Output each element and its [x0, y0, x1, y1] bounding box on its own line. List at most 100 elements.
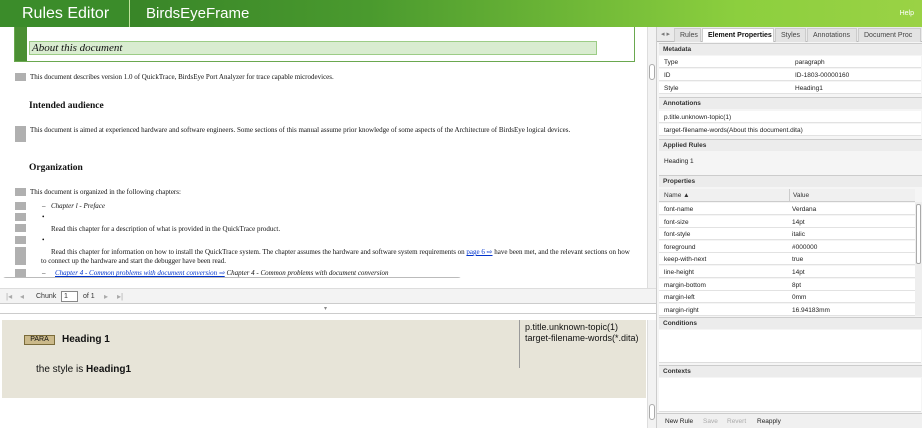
conditions-section-title: Conditions	[659, 317, 922, 329]
column-value-header[interactable]: Value	[789, 189, 809, 201]
tab-styles[interactable]: Styles	[775, 28, 806, 42]
metadata-value: ID-1803-00000160	[795, 72, 850, 79]
property-value: 16.94183mm	[792, 306, 830, 314]
property-row[interactable]: keep-with-next true	[659, 253, 915, 266]
properties-scrollbar[interactable]	[915, 202, 922, 316]
chunk-label: Chunk	[36, 293, 57, 300]
list-marker[interactable]	[15, 247, 26, 265]
property-row[interactable]: margin-left 0mm	[659, 291, 915, 304]
preview-style-line: the style is Heading1	[36, 364, 131, 375]
pane-splitter[interactable]: ▾	[0, 304, 656, 314]
list-bullet: •	[42, 213, 45, 221]
scroll-thumb[interactable]	[916, 204, 921, 264]
chapter-4-link[interactable]: Chapter 4 - Common problems with documen…	[55, 269, 225, 277]
conditions-list[interactable]	[659, 330, 921, 363]
list-item-chapter-1: Chapter l - Preface	[51, 202, 105, 210]
rule-actions-bar: New Rule Save Revert Reapply	[657, 413, 922, 428]
preview-vertical-scrollbar[interactable]	[647, 320, 656, 428]
property-row[interactable]: font-size 14pt	[659, 215, 915, 228]
reapply-button[interactable]: Reapply	[757, 418, 781, 425]
properties-table-header: Name ▲ Value	[659, 189, 915, 202]
applied-rule-name: Heading 1	[664, 158, 694, 165]
list-marker[interactable]	[15, 202, 26, 210]
paragraph-audience: This document is aimed at experienced ha…	[30, 126, 571, 134]
property-row[interactable]: foreground #000000	[659, 240, 915, 253]
property-row[interactable]: line-height 14pt	[659, 266, 915, 278]
list-marker[interactable]	[15, 224, 26, 232]
contexts-section-title: Contexts	[659, 365, 922, 377]
collapse-arrow-icon[interactable]: ▾	[324, 305, 327, 312]
document-view[interactable]: About this document This document descri…	[0, 27, 646, 278]
list-marker[interactable]	[15, 269, 26, 277]
tab-document-processing[interactable]: Document Proc	[858, 28, 921, 42]
property-row[interactable]: margin-right 16.94183mm	[659, 303, 915, 316]
metadata-key: ID	[664, 72, 671, 79]
metadata-row: Style Heading1	[659, 82, 921, 94]
list-bullet: –	[42, 269, 46, 277]
document-vertical-scrollbar[interactable]	[647, 27, 656, 292]
property-row[interactable]: margin-bottom 8pt	[659, 278, 915, 291]
metadata-key: Type	[664, 59, 679, 66]
property-name: keep-with-next	[664, 256, 707, 264]
annotations-section-title: Annotations	[659, 97, 922, 109]
list-marker[interactable]	[15, 213, 26, 221]
contexts-list[interactable]	[659, 378, 921, 412]
tab-rules[interactable]: Rules	[674, 28, 701, 42]
paragraph-intro: This document describes version 1.0 of Q…	[30, 73, 334, 81]
property-value: 8pt	[792, 281, 802, 289]
annotation-row[interactable]: p.title.unknown-topic(1)	[659, 111, 921, 123]
list-marker[interactable]	[15, 236, 26, 244]
revert-button[interactable]: Revert	[727, 418, 746, 425]
metadata-value: paragraph	[795, 59, 825, 66]
selection-marker	[15, 27, 27, 61]
property-row[interactable]: font-style italic	[659, 228, 915, 241]
preview-heading: Heading 1	[62, 334, 110, 345]
property-name: font-name	[664, 206, 694, 213]
rules-editor-app: Rules Editor BirdsEyeFrame Help About th…	[0, 0, 922, 428]
first-chunk-icon[interactable]: |◂	[6, 292, 12, 301]
chunk-number-input[interactable]: 1	[61, 291, 78, 302]
preview-annotation-1: p.title.unknown-topic(1)	[525, 322, 619, 332]
paragraph-marker[interactable]	[15, 188, 26, 196]
scroll-thumb[interactable]	[649, 404, 655, 420]
annotation-row[interactable]: target-filename-words(About this documen…	[659, 124, 921, 136]
heading-organization: Organization	[29, 163, 83, 173]
horizontal-scrollbar[interactable]	[2, 277, 462, 278]
scroll-thumb[interactable]	[649, 64, 655, 80]
property-value: #000000	[792, 243, 818, 251]
property-value: 14pt	[792, 269, 805, 276]
paragraph-marker[interactable]	[15, 126, 26, 142]
selected-title-block[interactable]: About this document	[14, 27, 635, 62]
metadata-key: Style	[664, 85, 679, 92]
property-value: Verdana	[792, 206, 817, 213]
tab-scroll-arrows-icon[interactable]: ◂ ▸	[661, 30, 670, 38]
property-name: margin-right	[664, 306, 699, 314]
properties-panel: ◂ ▸ Rules Element Properties Styles Anno…	[656, 27, 922, 428]
chapter-4-text: Chapter 4 - Common problems with documen…	[226, 269, 389, 277]
paragraph-marker[interactable]	[15, 73, 26, 81]
tab-element-properties[interactable]: Element Properties	[702, 28, 774, 42]
applied-rule-row[interactable]: Heading 1	[659, 155, 921, 171]
property-value: 14pt	[792, 218, 805, 226]
tab-annotations[interactable]: Annotations	[807, 28, 857, 42]
column-name-header[interactable]: Name ▲	[664, 192, 690, 199]
document-title[interactable]: About this document	[29, 41, 597, 55]
property-row[interactable]: font-name Verdana	[659, 203, 915, 215]
next-chunk-icon[interactable]: ▸	[104, 292, 108, 301]
new-rule-button[interactable]: New Rule	[665, 418, 693, 425]
previous-chunk-icon[interactable]: ◂	[20, 292, 24, 301]
page-6-link[interactable]: page 6 ⇨	[466, 248, 492, 256]
metadata-section-title: Metadata	[659, 43, 922, 55]
help-link[interactable]: Help	[900, 10, 914, 17]
preview-style-prefix: the style is	[36, 364, 87, 375]
install-text: Read this chapter for information on how…	[51, 248, 465, 256]
last-chunk-icon[interactable]: ▸|	[117, 292, 123, 301]
list-item-install: Read this chapter for information on how…	[41, 248, 631, 266]
heading-intended-audience: Intended audience	[29, 101, 104, 111]
frame-title: BirdsEyeFrame	[146, 5, 250, 22]
list-item-description: Read this chapter for a description of w…	[51, 225, 281, 233]
para-badge: PARA	[24, 335, 55, 345]
save-button[interactable]: Save	[703, 418, 718, 425]
top-bar: Rules Editor BirdsEyeFrame Help	[0, 0, 922, 27]
chunk-navigation: |◂ ◂ Chunk 1 of 1 ▸ ▸|	[0, 288, 656, 304]
